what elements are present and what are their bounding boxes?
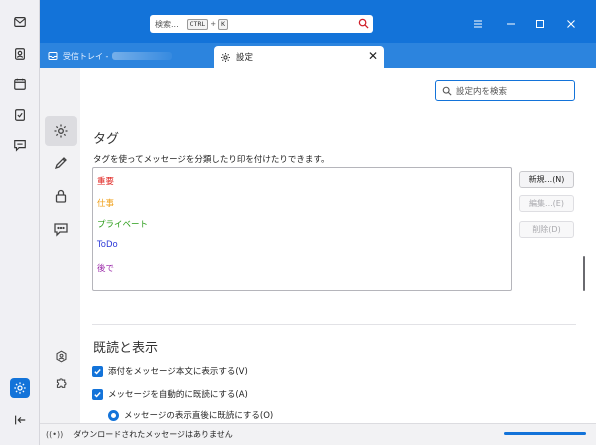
blurred-account-name [112,52,173,60]
tag-item-todo[interactable]: ToDo [97,240,118,250]
new-tag-button[interactable]: 新規...(N) [519,171,574,188]
mail-icon[interactable] [10,12,30,32]
tab-strip: 受信トレイ - 設定 ✕ [40,43,596,68]
mark-read-immediately-label: メッセージの表示直後に既読にする(O) [124,411,274,421]
chat-icon[interactable] [10,135,30,155]
category-composition[interactable] [45,148,77,178]
delete-tag-button[interactable]: 削除(D) [519,221,574,238]
tasks-icon[interactable] [10,105,30,125]
settings-search-input[interactable]: 設定内を検索 [435,80,575,101]
kbd-k: K [218,18,229,30]
tab-settings[interactable]: 設定 ✕ [214,46,384,68]
category-general[interactable] [45,116,77,146]
settings-category-sidebar [40,68,80,423]
search-icon [358,18,369,29]
read-display-heading: 既読と表示 [93,341,159,356]
tag-item-important[interactable]: 重要 [97,175,114,187]
chat-icon [54,223,68,237]
show-attachments-inline-label: 添付をメッセージ本文に表示する(V) [108,367,248,377]
tab-inbox[interactable]: 受信トレイ - [48,49,173,63]
app-menu-button[interactable] [468,14,488,34]
spaces-toolbar [0,0,40,445]
edit-tag-button[interactable]: 編集...(E) [519,195,574,212]
maximize-button[interactable] [530,14,550,34]
tags-description: タグを使ってメッセージを分類したり印を付けたりできます。 [93,155,330,165]
settings-main-pane: 設定内を検索 タグ タグを使ってメッセージを分類したり印を付けたりできます。 重… [80,68,596,423]
show-attachments-inline-checkbox[interactable]: 添付をメッセージ本文に表示する(V) [92,365,248,377]
close-icon [567,20,575,28]
address-book-icon[interactable] [10,44,30,64]
inbox-icon [48,52,58,60]
title-bar: 検索... CTRL + K [40,0,596,43]
checkbox-checked-icon [92,365,103,377]
tab-close-icon[interactable]: ✕ [368,49,378,63]
scrollbar-thumb[interactable] [583,256,585,291]
section-divider [92,324,576,325]
settings-search-placeholder: 設定内を検索 [456,86,508,97]
close-window-button[interactable] [561,14,581,34]
search-icon [442,86,452,96]
global-search-input[interactable]: 検索... CTRL + K [150,15,373,33]
checkbox-checked-icon [92,388,103,400]
settings-gear-icon[interactable] [10,378,30,398]
kbd-ctrl: CTRL [186,18,209,30]
online-status-icon[interactable]: ((•)) [46,430,63,439]
mark-read-immediately-radio[interactable]: メッセージの表示直後に既読にする(O) [108,409,273,421]
tag-item-personal[interactable]: プライベート [97,218,148,230]
calendar-icon[interactable] [10,74,30,94]
gear-icon [54,124,68,138]
tag-list[interactable]: 重要 仕事 プライベート ToDo 後で [92,167,512,291]
addons-and-themes[interactable] [45,367,77,397]
status-bar: ((•)) ダウンロードされたメッセージはありません [40,423,596,445]
status-text: ダウンロードされたメッセージはありません [73,430,233,439]
kbd-plus: + [210,20,217,28]
auto-mark-read-label: メッセージを自動的に既読にする(A) [108,390,248,400]
radio-selected-icon [108,409,119,421]
search-placeholder: 検索... [155,19,179,29]
category-privacy[interactable] [45,181,77,211]
tags-heading: タグ [93,132,120,147]
category-chat[interactable] [45,214,77,244]
account-settings-icon [56,350,66,362]
maximize-icon [536,20,544,28]
tag-item-work[interactable]: 仕事 [97,197,114,209]
progress-fill [504,432,586,435]
tab-inbox-label: 受信トレイ - [63,51,109,61]
tab-settings-label: 設定 [236,53,254,63]
pencil-icon [54,157,67,170]
minimize-icon [507,23,515,25]
tag-item-later[interactable]: 後で [97,262,114,274]
minimize-button[interactable] [501,14,521,34]
collapse-sidebar-icon[interactable] [10,410,30,430]
auto-mark-read-checkbox[interactable]: メッセージを自動的に既読にする(A) [92,388,248,400]
lock-icon [55,189,67,203]
puzzle-icon [56,377,66,388]
gear-icon [221,52,230,62]
progress-bar [504,432,586,435]
hamburger-icon [474,20,482,28]
